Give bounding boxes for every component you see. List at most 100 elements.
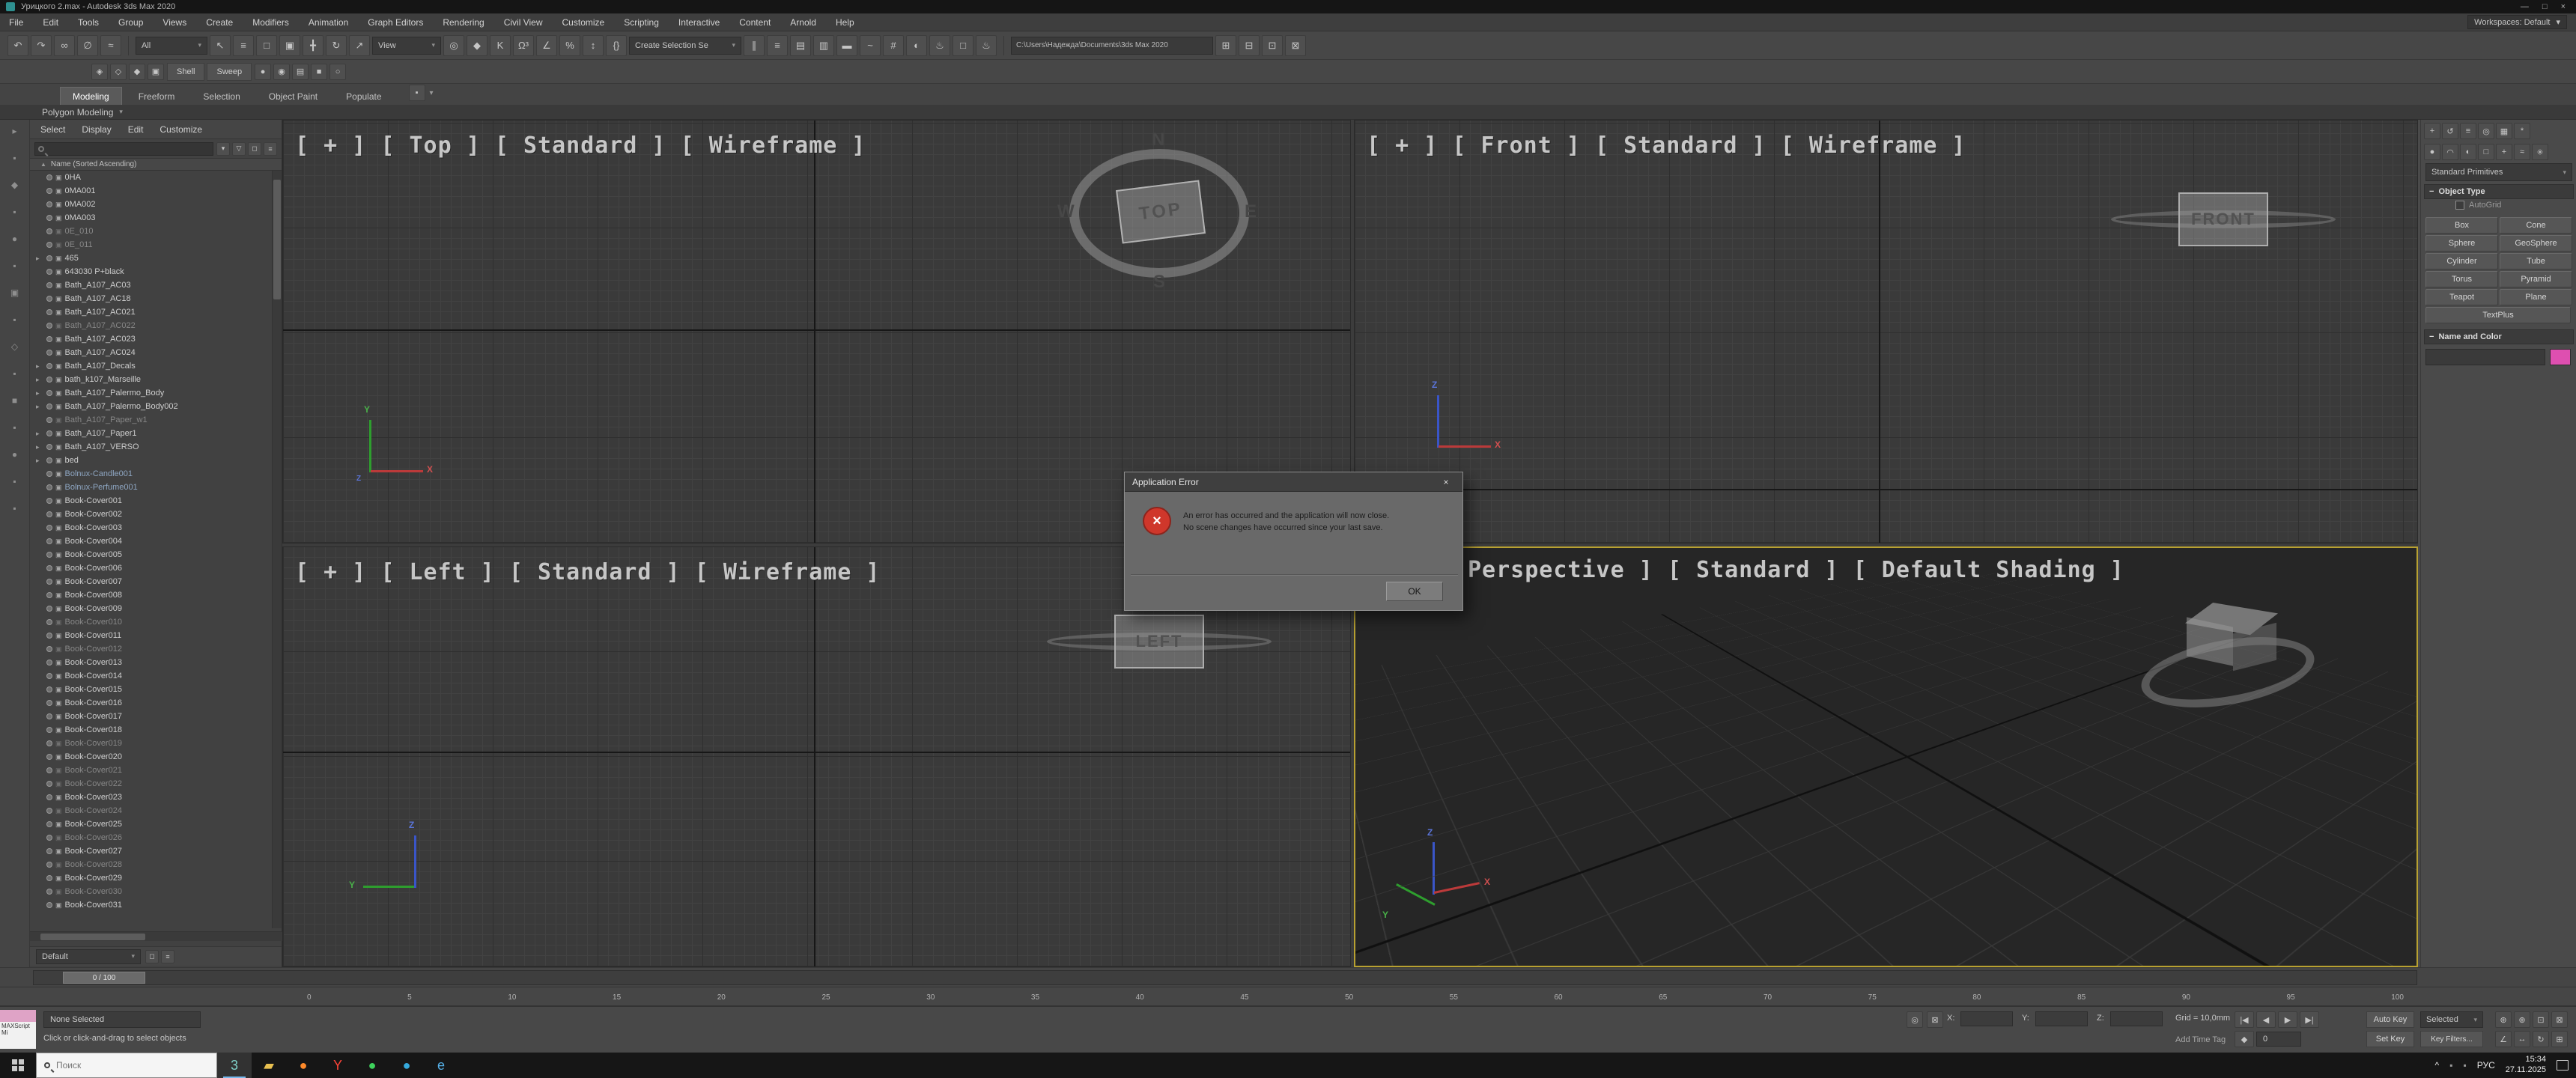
left-toolbar-icon[interactable]: ▪ bbox=[13, 368, 16, 379]
list-item[interactable]: ▣ Bath_A107_AC024 bbox=[30, 346, 273, 359]
spacewarps-icon[interactable]: ≈ bbox=[2514, 144, 2530, 160]
named-selection-sets-icon[interactable]: {} bbox=[606, 35, 627, 56]
maximize-button[interactable]: □ bbox=[2542, 2, 2548, 11]
start-button[interactable] bbox=[0, 1053, 36, 1078]
fov-icon[interactable]: ∠ bbox=[2495, 1031, 2512, 1047]
list-item[interactable]: ▣ Book-Cover009 bbox=[30, 602, 273, 615]
visibility-eye-icon[interactable] bbox=[46, 862, 52, 868]
menu-item[interactable]: Animation bbox=[309, 17, 348, 28]
column-options-icon[interactable]: ▾ bbox=[216, 142, 230, 156]
visibility-eye-icon[interactable] bbox=[46, 579, 52, 585]
viewport-top-label[interactable]: [ + ] [ Top ] [ Standard ] [ Wireframe ] bbox=[295, 133, 866, 159]
left-toolbar-icon[interactable]: ● bbox=[12, 234, 17, 244]
viewcube-top-face[interactable]: TOP bbox=[1116, 180, 1206, 243]
list-item[interactable]: ▣ Bath_A107_AC022 bbox=[30, 319, 273, 332]
language-indicator[interactable]: РУС bbox=[2477, 1060, 2495, 1071]
taskbar-app-telegram-icon[interactable]: ● bbox=[389, 1053, 424, 1078]
geometry-icon[interactable]: ● bbox=[2424, 144, 2440, 160]
maxscript-mini-listener[interactable]: MAXScript Mi bbox=[0, 1022, 36, 1049]
visibility-eye-icon[interactable] bbox=[46, 296, 52, 302]
viewcube-left-face[interactable]: LEFT bbox=[1114, 615, 1204, 669]
visibility-eye-icon[interactable] bbox=[46, 309, 52, 315]
visibility-eye-icon[interactable] bbox=[46, 700, 52, 706]
ribbon-tab[interactable]: Object Paint bbox=[257, 88, 329, 105]
motion-tab-icon[interactable]: ◎ bbox=[2478, 123, 2494, 139]
explorer-list-icon[interactable]: ≡ bbox=[161, 950, 174, 963]
list-item[interactable]: ▣ Bolnux-Perfume001 bbox=[30, 481, 273, 494]
explorer-column-header[interactable]: ▲ Name (Sorted Ascending) bbox=[30, 159, 282, 171]
visibility-eye-icon[interactable] bbox=[46, 484, 52, 490]
visibility-eye-icon[interactable] bbox=[46, 633, 52, 639]
ribbon-tab[interactable]: Modeling bbox=[60, 87, 122, 105]
explorer-menu-item[interactable]: Edit bbox=[128, 124, 144, 135]
list-item[interactable]: ▣ Book-Cover025 bbox=[30, 817, 273, 831]
ribbon-tab[interactable]: Populate bbox=[334, 88, 393, 105]
viewcube-front[interactable]: FRONT bbox=[2111, 170, 2336, 267]
current-frame-field[interactable]: 0 bbox=[2256, 1032, 2301, 1047]
visibility-eye-icon[interactable] bbox=[46, 808, 52, 814]
modifier-button[interactable]: Shell bbox=[167, 63, 204, 81]
modifier-preset-9-icon[interactable]: ○ bbox=[329, 64, 346, 80]
asset-tracking-icon[interactable]: ⊟ bbox=[1239, 35, 1260, 56]
visibility-eye-icon[interactable] bbox=[46, 673, 52, 679]
key-mode-toggle-icon[interactable]: ◆ bbox=[2235, 1031, 2254, 1047]
visibility-eye-icon[interactable] bbox=[46, 457, 52, 463]
list-item[interactable]: ▣ Book-Cover003 bbox=[30, 521, 273, 535]
set-key-button[interactable]: Set Key bbox=[2366, 1031, 2414, 1047]
select-and-rotate-icon[interactable]: ↻ bbox=[326, 35, 347, 56]
explorer-menu-item[interactable]: Customize bbox=[160, 124, 202, 135]
list-item[interactable]: ▣ Book-Cover007 bbox=[30, 575, 273, 588]
explorer-lock-icon[interactable]: ◻ bbox=[145, 950, 159, 963]
primitive-button[interactable]: Box bbox=[2425, 217, 2498, 234]
autogrid-checkbox[interactable]: AutoGrid bbox=[2455, 201, 2501, 210]
primitive-button[interactable]: Cone bbox=[2500, 217, 2572, 234]
zoom-extents-icon[interactable]: ⊡ bbox=[2533, 1011, 2549, 1028]
left-toolbar-icon[interactable]: ▪ bbox=[13, 314, 16, 325]
polygon-modeling-bar[interactable]: Polygon Modeling ▾ bbox=[0, 105, 2576, 120]
explorer-horizontal-scrollbar[interactable] bbox=[30, 931, 282, 941]
visibility-eye-icon[interactable] bbox=[46, 660, 52, 666]
visibility-eye-icon[interactable] bbox=[46, 848, 52, 854]
left-toolbar-icon[interactable]: ▣ bbox=[10, 287, 19, 298]
named-selection-sets-dropdown[interactable]: Create Selection Se ▾ bbox=[629, 37, 741, 55]
viewport-left-label[interactable]: [ + ] [ Left ] [ Standard ] [ Wireframe … bbox=[295, 559, 881, 585]
orbit-icon[interactable]: ↻ bbox=[2533, 1031, 2549, 1047]
tray-icon[interactable]: ▪ bbox=[2463, 1060, 2466, 1071]
expand-arrow-icon[interactable]: ▸ bbox=[36, 403, 43, 411]
menu-item[interactable]: File bbox=[9, 17, 23, 28]
visibility-eye-icon[interactable] bbox=[46, 350, 52, 356]
visibility-eye-icon[interactable] bbox=[46, 606, 52, 612]
modifier-preset-3-icon[interactable]: ◆ bbox=[129, 64, 145, 80]
workspaces-dropdown[interactable]: Workspaces: Default ▾ bbox=[2467, 15, 2567, 29]
select-and-link-icon[interactable]: ∞ bbox=[54, 35, 75, 56]
visibility-eye-icon[interactable] bbox=[46, 404, 52, 409]
angle-snap-icon[interactable]: ∠ bbox=[536, 35, 557, 56]
list-item[interactable]: ▸ ▣ bed bbox=[30, 454, 273, 467]
visibility-eye-icon[interactable] bbox=[46, 188, 52, 194]
list-item[interactable]: ▸ ▣ Bath_A107_Decals bbox=[30, 359, 273, 373]
visibility-eye-icon[interactable] bbox=[46, 686, 52, 692]
compass-east[interactable]: E bbox=[1245, 201, 1257, 222]
ribbon-collapse-icon[interactable]: ▾ bbox=[430, 89, 434, 97]
selection-lock-toggle-icon[interactable]: ⊠ bbox=[1927, 1011, 1943, 1028]
visibility-eye-icon[interactable] bbox=[46, 282, 52, 288]
menu-item[interactable]: Scripting bbox=[624, 17, 659, 28]
viewport-perspective[interactable]: Perspective ] [ Standard ] [ Default Sha… bbox=[1354, 546, 2418, 967]
visibility-eye-icon[interactable] bbox=[46, 363, 52, 369]
primitive-button[interactable]: GeoSphere bbox=[2500, 235, 2572, 252]
list-item[interactable]: ▣ Book-Cover027 bbox=[30, 844, 273, 858]
time-slider-track[interactable]: 0 / 100 bbox=[33, 970, 2417, 985]
modify-tab-icon[interactable]: ↺ bbox=[2442, 123, 2458, 139]
expand-arrow-icon[interactable]: ▸ bbox=[36, 362, 43, 371]
modifier-preset-4-icon[interactable]: ▣ bbox=[148, 64, 164, 80]
dialog-title-bar[interactable]: Application Error × bbox=[1125, 472, 1462, 492]
coord-y-field[interactable] bbox=[2035, 1011, 2088, 1026]
object-name-field[interactable] bbox=[2425, 349, 2545, 365]
open-file-icon[interactable]: ⊡ bbox=[1262, 35, 1283, 56]
list-item[interactable]: ▣ Book-Cover031 bbox=[30, 898, 273, 912]
visibility-eye-icon[interactable] bbox=[46, 430, 52, 436]
tray-chevron-icon[interactable]: ^ bbox=[2435, 1060, 2440, 1071]
render-production-icon[interactable]: ♨ bbox=[976, 35, 997, 56]
expand-arrow-icon[interactable]: ▸ bbox=[36, 430, 43, 438]
coord-x-field[interactable] bbox=[1960, 1011, 2013, 1026]
